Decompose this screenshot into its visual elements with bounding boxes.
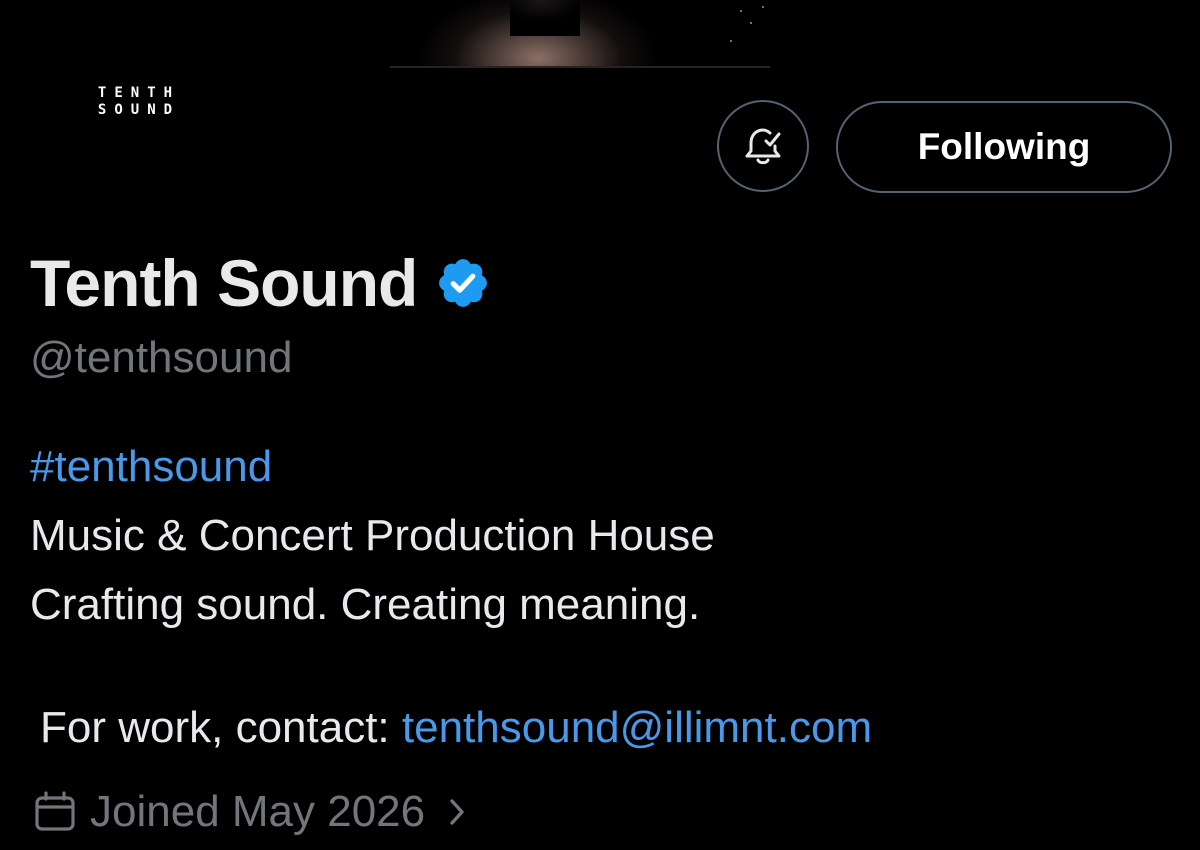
- contact-prefix: For work, contact:: [40, 703, 402, 752]
- bio-line: Music & Concert Production House: [30, 511, 715, 560]
- banner-speck: [762, 6, 764, 8]
- bell-check-icon: [745, 128, 781, 165]
- profile-avatar[interactable]: TENTH SOUND: [70, 62, 200, 142]
- bio-line: Crafting sound. Creating meaning.: [30, 580, 701, 629]
- chevron-right-icon: [443, 792, 471, 832]
- avatar-logo-line2: SOUND: [97, 102, 181, 118]
- contact-email-link[interactable]: tenthsound@illimnt.com: [402, 703, 872, 752]
- bio-hashtag-link[interactable]: #tenthsound: [30, 432, 715, 501]
- joined-date-text: Joined May 2026: [90, 787, 426, 836]
- joined-date-row[interactable]: Joined May 2026: [32, 784, 471, 840]
- banner-hair-shadow: [510, 0, 580, 36]
- bio-contact: For work, contact: tenthsound@illimnt.co…: [40, 703, 872, 753]
- profile-handle: @tenthsound: [30, 333, 293, 382]
- banner-image[interactable]: [390, 0, 770, 68]
- notifications-button[interactable]: [717, 100, 809, 192]
- banner-edge: [390, 66, 770, 68]
- verified-badge-icon[interactable]: [435, 255, 491, 311]
- following-button-label: Following: [917, 126, 1091, 167]
- calendar-icon: [32, 789, 78, 835]
- profile-bio: #tenthsound Music & Concert Production H…: [30, 432, 715, 639]
- avatar-logo-line1: TENTH: [97, 85, 181, 101]
- display-name: Tenth Sound: [30, 246, 418, 320]
- banner-speck: [740, 10, 742, 12]
- profile-name-row: Tenth Sound: [30, 243, 491, 323]
- banner-speck: [730, 40, 732, 42]
- following-button[interactable]: Following: [836, 101, 1172, 193]
- banner-speck: [750, 22, 752, 24]
